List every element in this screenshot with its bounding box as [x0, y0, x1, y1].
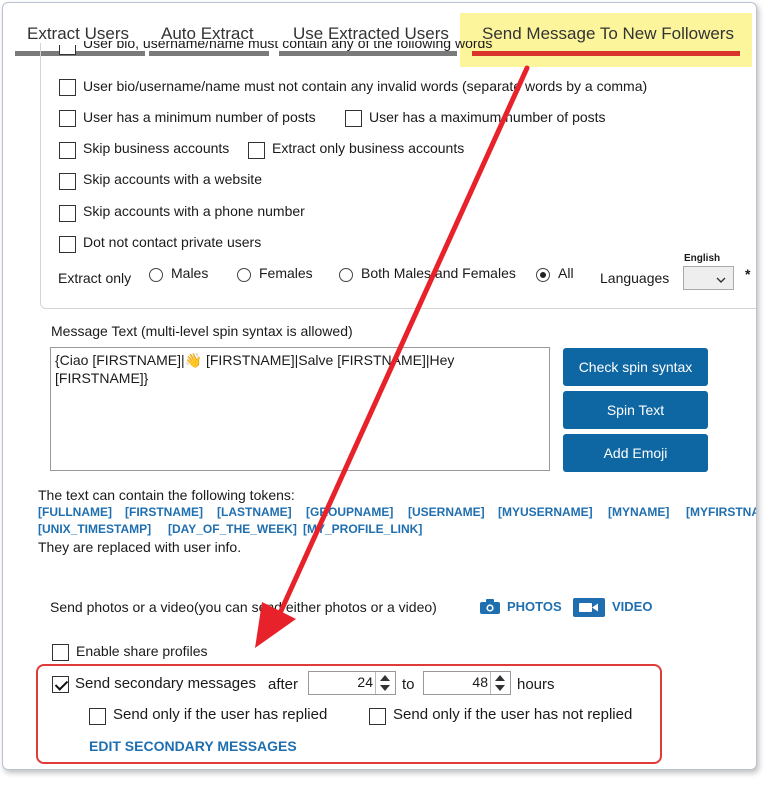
annotation-arrow	[255, 65, 530, 648]
